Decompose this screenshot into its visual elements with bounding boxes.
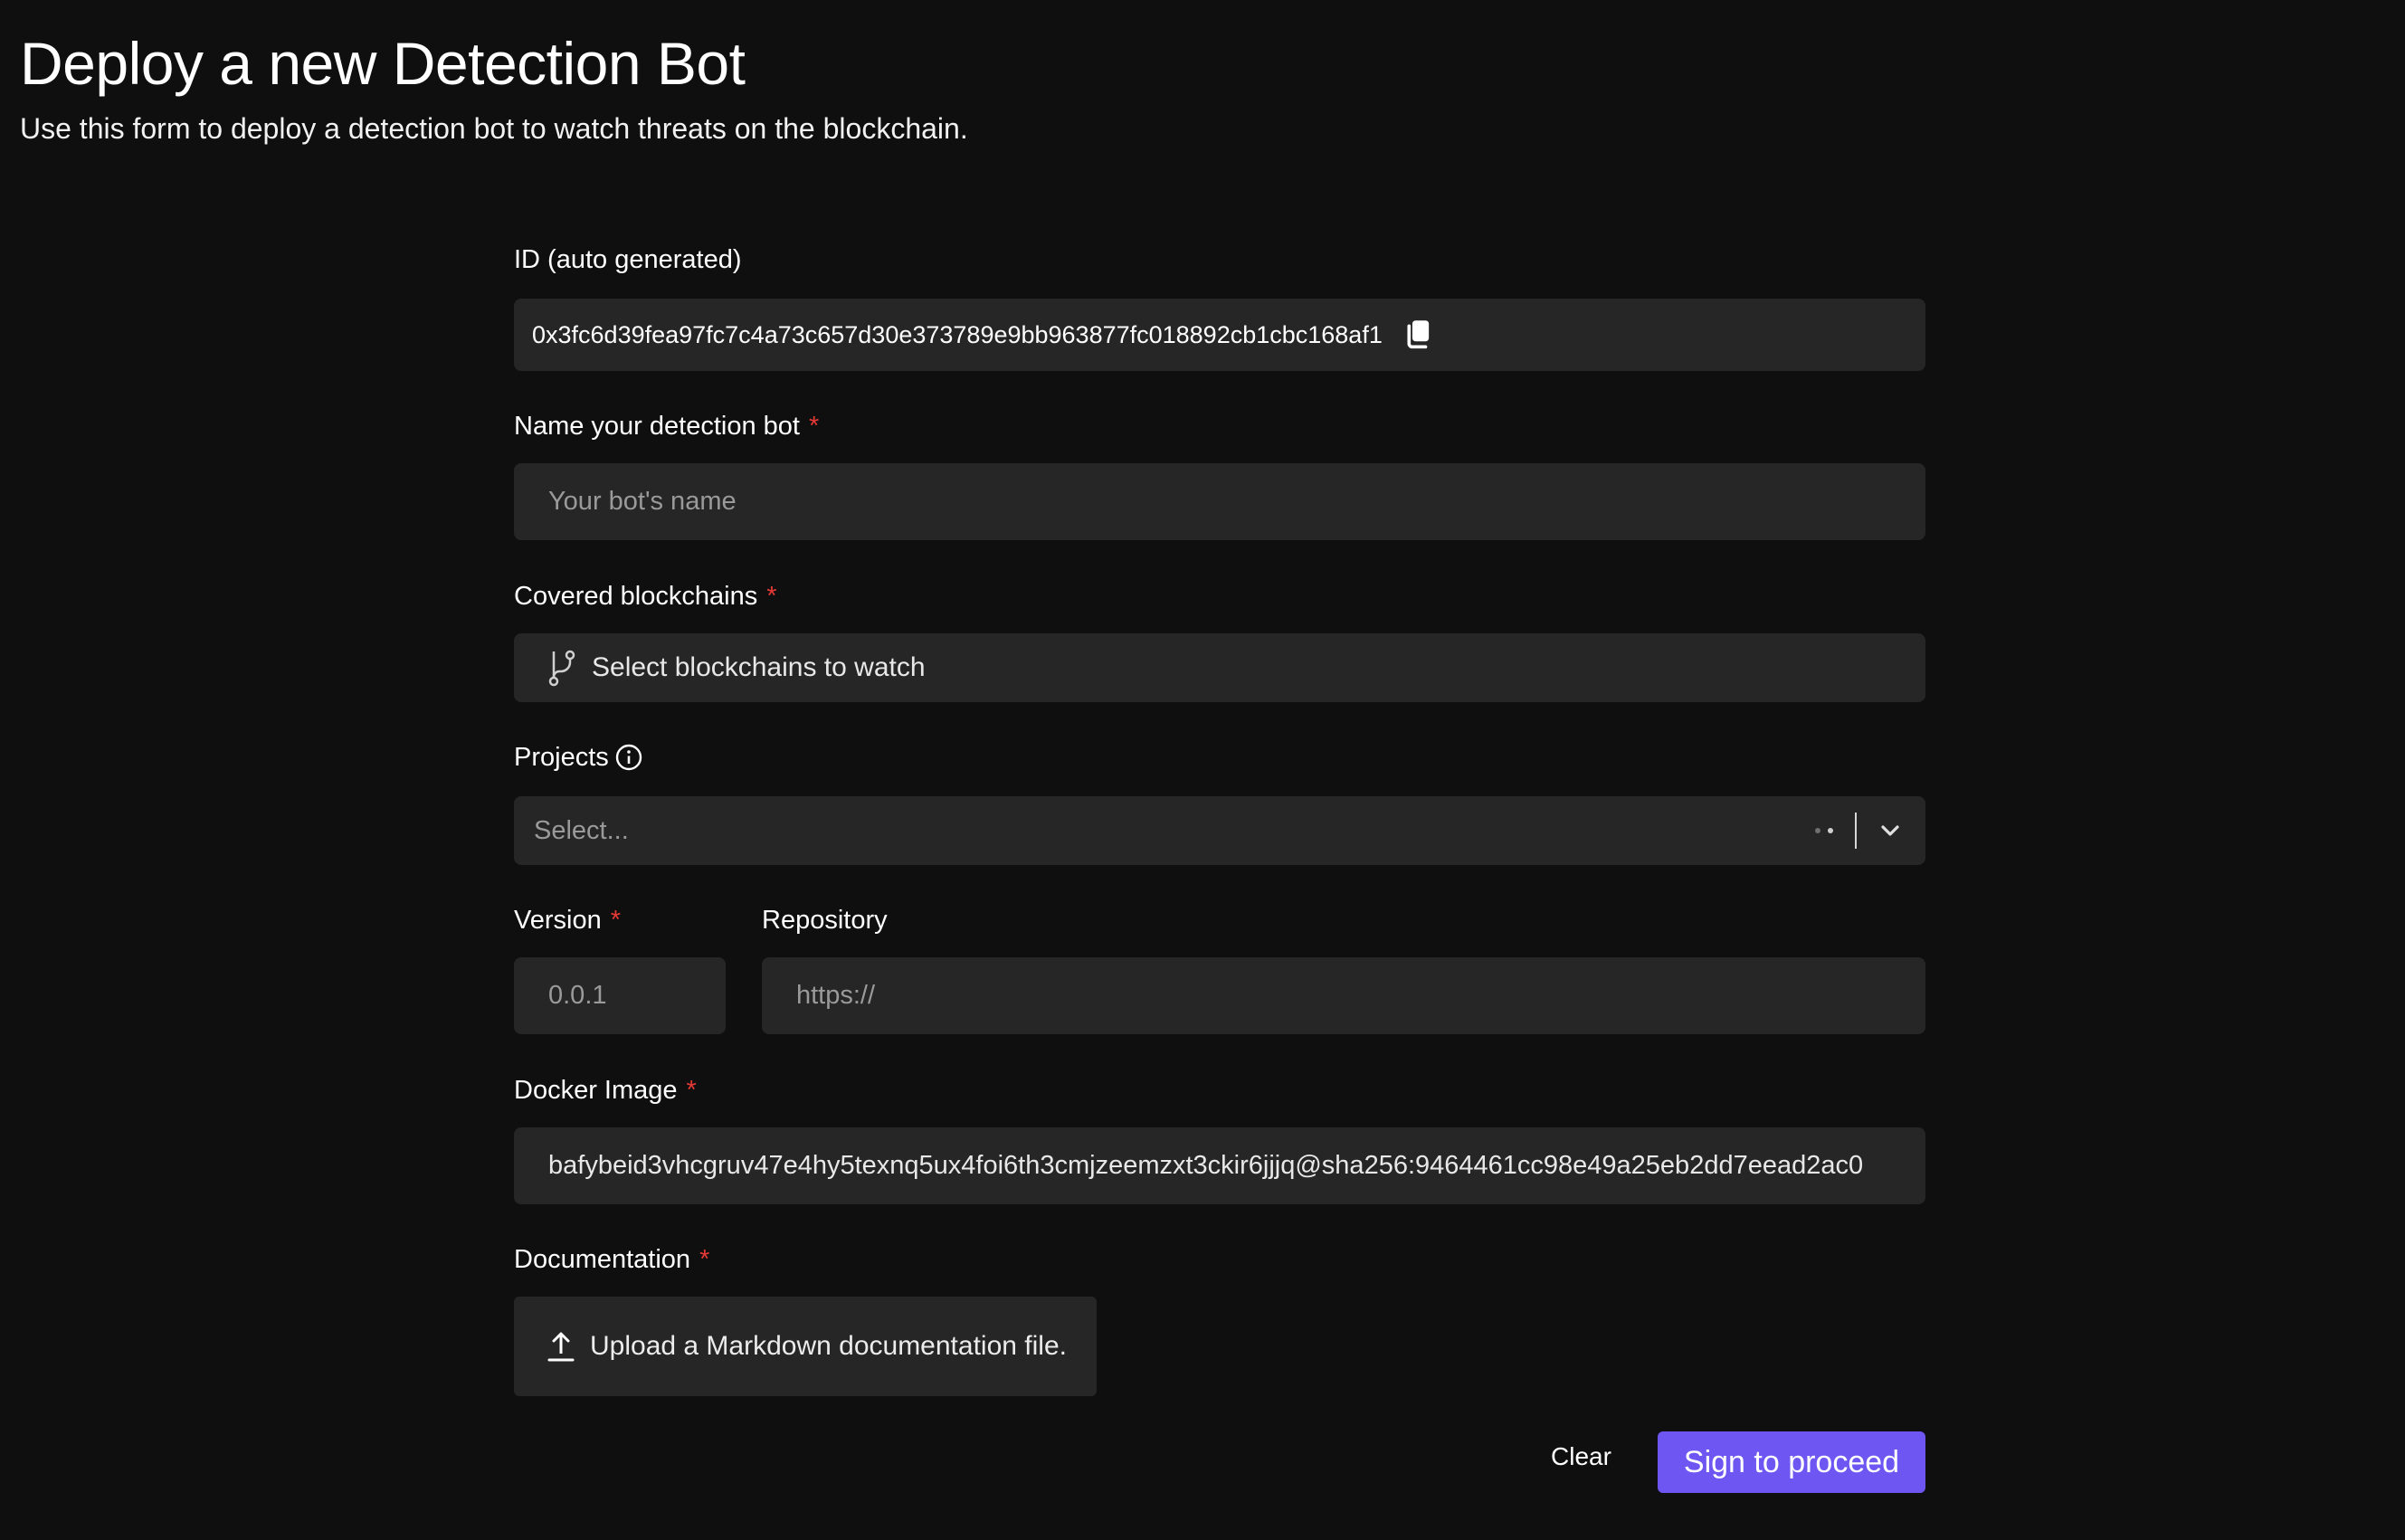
docker-image-input[interactable] bbox=[514, 1127, 1925, 1204]
id-field: 0x3fc6d39fea97fc7c4a73c657d30e373789e9bb… bbox=[514, 299, 1925, 371]
repository-input[interactable] bbox=[762, 957, 1925, 1034]
required-marker: * bbox=[699, 1245, 710, 1274]
version-input[interactable] bbox=[514, 957, 726, 1034]
docker-label: Docker Image * bbox=[514, 1073, 697, 1107]
loading-dot bbox=[1815, 828, 1820, 833]
projects-select[interactable]: Select... bbox=[514, 796, 1925, 865]
sign-to-proceed-button[interactable]: Sign to proceed bbox=[1658, 1431, 1925, 1493]
projects-label: Projects bbox=[514, 740, 643, 775]
name-label: Name your detection bot * bbox=[514, 409, 819, 443]
name-label-text: Name your detection bot bbox=[514, 412, 800, 441]
docs-label: Documentation * bbox=[514, 1242, 709, 1277]
required-marker: * bbox=[686, 1076, 697, 1105]
upload-docs-button[interactable]: Upload a Markdown documentation file. bbox=[514, 1297, 1097, 1396]
select-blockchains-label: Select blockchains to watch bbox=[592, 652, 926, 682]
version-field bbox=[514, 957, 726, 1034]
bot-name-field bbox=[514, 463, 1925, 540]
select-separator bbox=[1855, 813, 1857, 849]
chains-label-text: Covered blockchains bbox=[514, 582, 758, 611]
deploy-form: ID (auto generated) 0x3fc6d39fea97fc7c4a… bbox=[514, 0, 1925, 1540]
select-blockchains-button[interactable]: Select blockchains to watch bbox=[514, 633, 1925, 702]
chevron-down-icon[interactable] bbox=[1877, 817, 1904, 844]
projects-label-text: Projects bbox=[514, 743, 609, 772]
docker-image-field bbox=[514, 1127, 1925, 1204]
copy-icon[interactable] bbox=[1404, 319, 1431, 350]
version-label-text: Version bbox=[514, 906, 602, 935]
required-marker: * bbox=[766, 582, 777, 611]
docker-label-text: Docker Image bbox=[514, 1076, 678, 1105]
git-branch-icon bbox=[547, 648, 577, 688]
required-marker: * bbox=[808, 412, 820, 441]
projects-placeholder: Select... bbox=[534, 815, 629, 845]
upload-icon bbox=[547, 1330, 575, 1363]
required-marker: * bbox=[610, 906, 622, 935]
bot-name-input[interactable] bbox=[514, 463, 1925, 540]
docs-label-text: Documentation bbox=[514, 1245, 691, 1274]
repository-label: Repository bbox=[762, 903, 888, 937]
version-label: Version * bbox=[514, 903, 621, 937]
id-value: 0x3fc6d39fea97fc7c4a73c657d30e373789e9bb… bbox=[532, 320, 1383, 348]
upload-docs-label: Upload a Markdown documentation file. bbox=[590, 1331, 1067, 1361]
loading-dot bbox=[1828, 828, 1833, 833]
repository-field bbox=[762, 957, 1925, 1034]
loading-indicator bbox=[1815, 828, 1833, 833]
info-icon[interactable] bbox=[614, 743, 643, 772]
clear-button[interactable]: Clear bbox=[1551, 1442, 1611, 1471]
id-label: ID (auto generated) bbox=[514, 242, 741, 277]
chains-label: Covered blockchains * bbox=[514, 579, 777, 613]
id-label-text: ID (auto generated) bbox=[514, 245, 742, 274]
repository-label-text: Repository bbox=[762, 906, 888, 935]
